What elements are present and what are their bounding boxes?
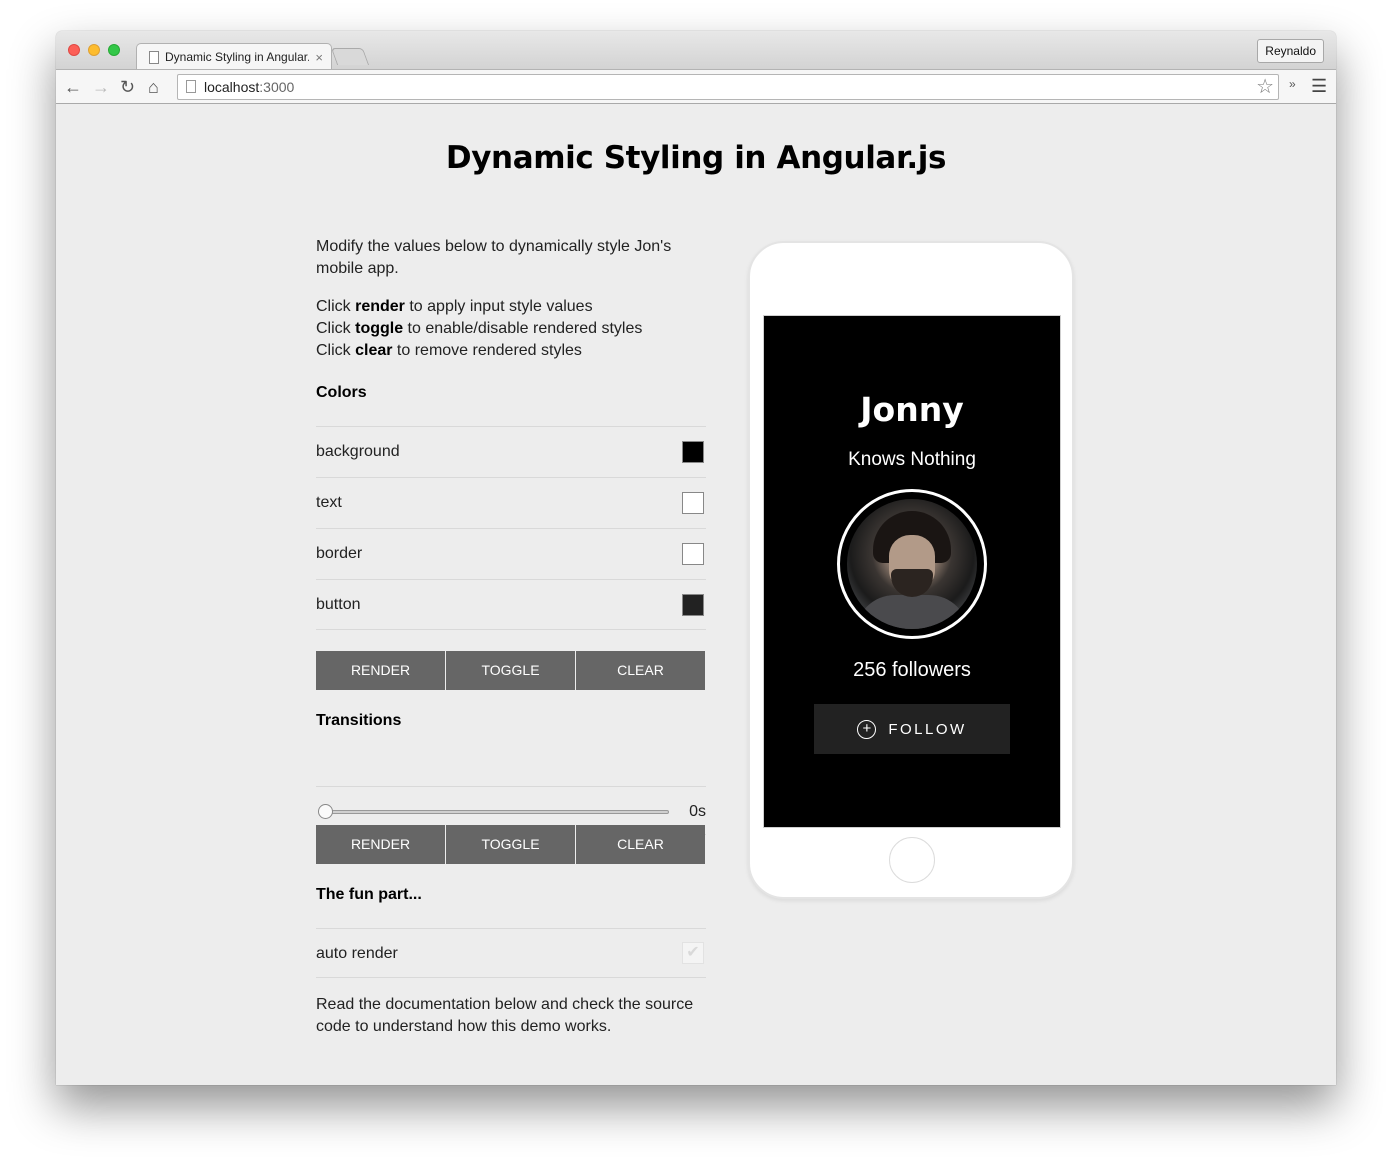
plus-circle-icon: + (857, 719, 877, 739)
auto-render-checkbox[interactable]: ✔ (682, 942, 704, 964)
color-row-background: background (316, 426, 706, 477)
menu-icon[interactable]: ☰ (1311, 74, 1327, 98)
page-icon (149, 50, 159, 64)
minimize-window-button[interactable] (88, 44, 100, 56)
browser-tab-active[interactable]: Dynamic Styling in Angular.js × (136, 43, 332, 70)
url-host: localhost (204, 79, 260, 95)
color-row-text: text (316, 477, 706, 528)
avatar-photo (847, 499, 977, 629)
title-bar: Dynamic Styling in Angular.js × Reynaldo (56, 31, 1336, 70)
colors-toggle-button[interactable]: TOGGLE (446, 651, 576, 690)
reload-icon[interactable]: ↻ (120, 76, 135, 98)
page-icon (186, 80, 196, 93)
page-content: Dynamic Styling in Angular.js Modify the… (56, 104, 1336, 1085)
profile-button[interactable]: Reynaldo (1257, 39, 1324, 63)
profile-role: Knows Nothing (848, 449, 976, 470)
auto-render-row: auto render ✔ (316, 928, 706, 978)
avatar (837, 489, 987, 639)
outro-text: Read the documentation below and check t… (316, 996, 694, 1035)
bookmark-star-icon[interactable]: ☆ (1256, 75, 1274, 99)
browser-toolbar: ← → ↻ ⌂ localhost:3000 ☆ » ☰ (56, 69, 1336, 104)
fun-part-heading: The fun part... (316, 886, 422, 903)
phone-mockup: Jonny Knows Nothing 256 followers + FOLL… (748, 241, 1074, 899)
follow-label: FOLLOW (888, 720, 967, 738)
color-swatch-background[interactable] (682, 441, 704, 463)
color-label: background (316, 443, 400, 460)
color-swatch-border[interactable] (682, 543, 704, 565)
tab-title: Dynamic Styling in Angular.js (165, 50, 310, 64)
color-swatch-text[interactable] (682, 492, 704, 514)
transition-slider-track[interactable] (320, 810, 669, 814)
color-row-button: button (316, 579, 706, 630)
phone-home-button (889, 837, 935, 883)
transitions-render-button[interactable]: RENDER (316, 825, 446, 864)
transitions-clear-button[interactable]: CLEAR (576, 825, 705, 864)
colors-button-group: RENDER TOGGLE CLEAR (316, 651, 705, 690)
home-icon[interactable]: ⌂ (148, 76, 159, 98)
follow-button[interactable]: + FOLLOW (814, 704, 1010, 754)
colors-render-button[interactable]: RENDER (316, 651, 446, 690)
color-swatch-button[interactable] (682, 594, 704, 616)
browser-window: Dynamic Styling in Angular.js × Reynaldo… (56, 31, 1336, 1085)
page-title: Dynamic Styling in Angular.js (445, 140, 947, 176)
address-bar[interactable]: localhost:3000 ☆ (177, 74, 1279, 100)
instruction-toggle: Click toggle to enable/disable rendered … (316, 320, 643, 337)
color-label: button (316, 596, 361, 613)
intro-text: Modify the values below to dynamically s… (316, 238, 672, 277)
extensions-chevron-icon[interactable]: » (1289, 77, 1296, 91)
transitions-toggle-button[interactable]: TOGGLE (446, 825, 576, 864)
color-label: border (316, 545, 363, 562)
transitions-heading: Transitions (316, 712, 402, 729)
back-arrow-icon[interactable]: ← (64, 76, 82, 98)
color-label: text (316, 494, 342, 511)
colors-heading: Colors (316, 384, 367, 401)
instruction-clear: Click clear to remove rendered styles (316, 342, 582, 359)
instructions: Click render to apply input style values… (316, 296, 706, 362)
phone-screen: Jonny Knows Nothing 256 followers + FOLL… (763, 315, 1061, 828)
instruction-render: Click render to apply input style values (316, 298, 593, 315)
followers-count: 256 followers (853, 659, 971, 681)
url-port: :3000 (259, 79, 295, 95)
profile-name: Jonny (860, 390, 964, 429)
transitions-button-group: RENDER TOGGLE CLEAR (316, 825, 705, 864)
close-window-button[interactable] (68, 44, 80, 56)
new-tab-button[interactable] (330, 48, 370, 65)
color-row-border: border (316, 528, 706, 579)
tab-close-icon[interactable]: × (315, 50, 323, 65)
zoom-window-button[interactable] (108, 44, 120, 56)
transition-slider-thumb[interactable] (318, 804, 333, 819)
auto-render-label: auto render (316, 945, 398, 962)
forward-arrow-icon[interactable]: → (92, 76, 110, 98)
colors-clear-button[interactable]: CLEAR (576, 651, 705, 690)
